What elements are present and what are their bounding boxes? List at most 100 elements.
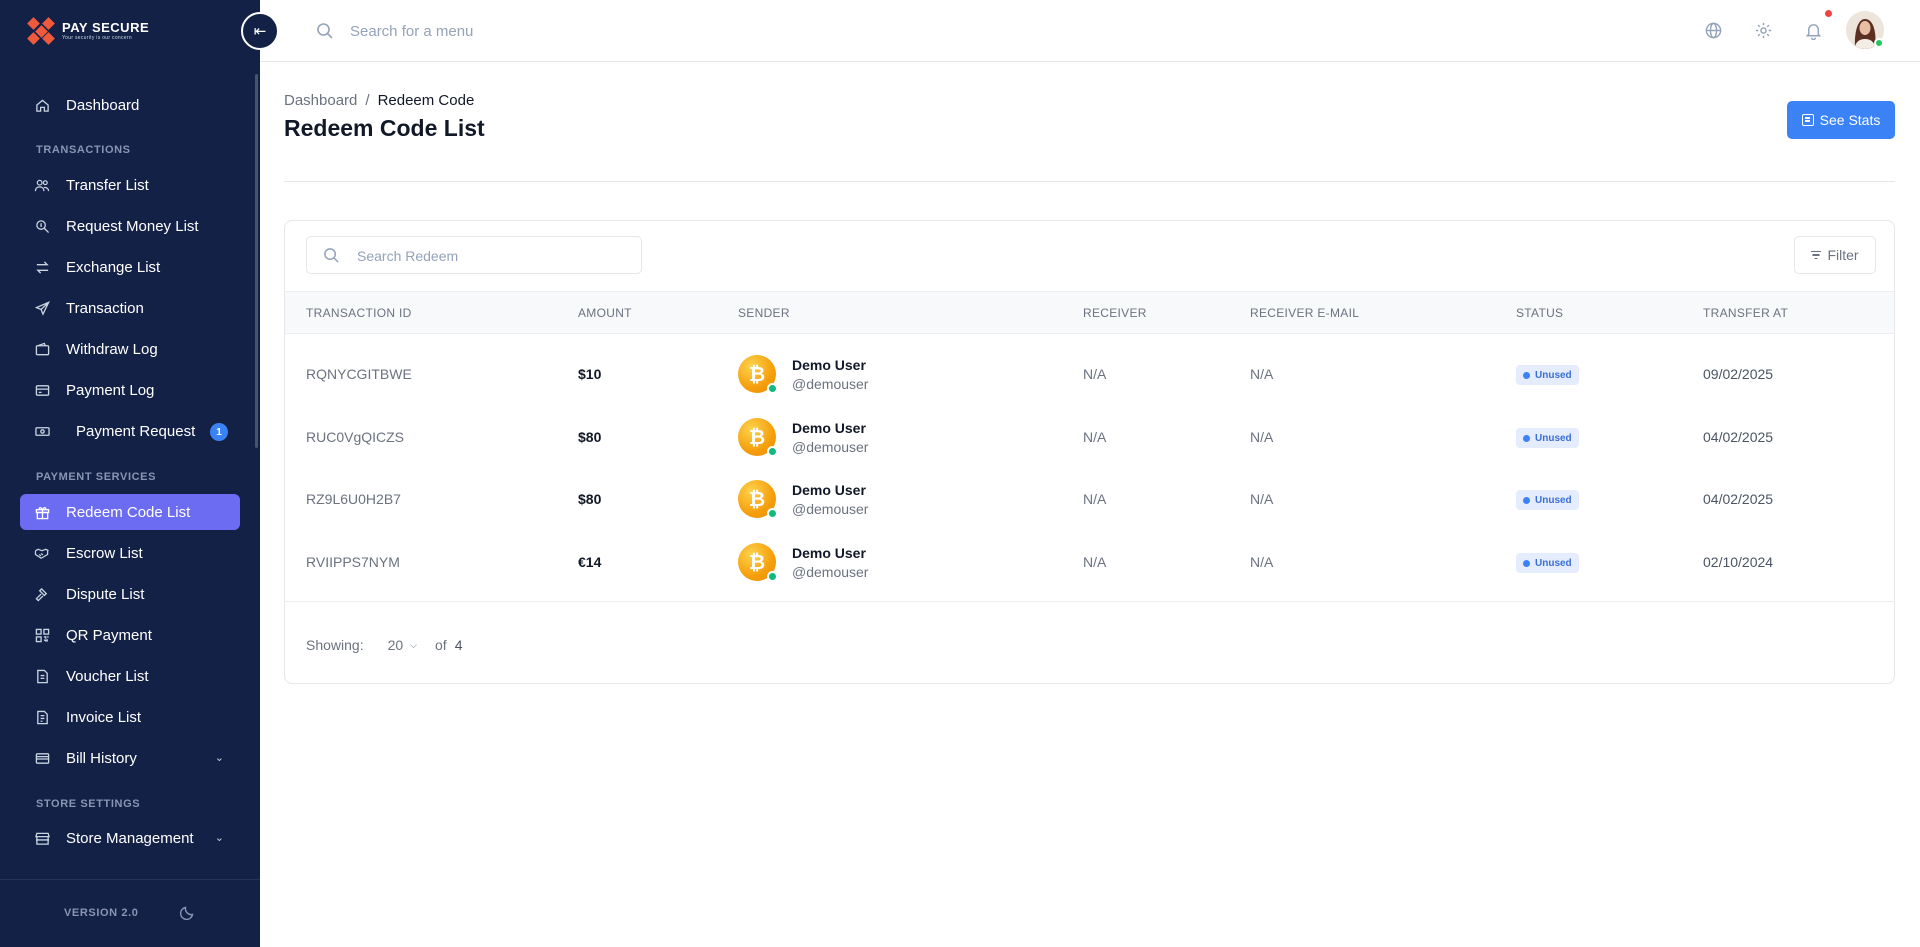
sidebar: PAY SECURE Your security is our concern … — [0, 0, 260, 947]
column-header[interactable]: SENDER — [738, 306, 790, 320]
exchange-icon — [34, 259, 50, 275]
redeem-search-box — [306, 236, 642, 274]
breadcrumb: Dashboard / Redeem Code — [284, 92, 474, 109]
moon-icon[interactable] — [179, 904, 198, 922]
transfer-date: 09/02/2025 — [1703, 366, 1774, 382]
online-status-dot — [767, 446, 778, 457]
wallet-icon — [34, 341, 50, 357]
amount: $80 — [578, 429, 602, 445]
table-row[interactable]: RVIIPPS7NYM €14 ₿ Demo User @demouser N/… — [285, 532, 1894, 594]
sidebar-item-request-money-list[interactable]: Request Money List — [20, 208, 240, 244]
table-row[interactable]: RQNYCGITBWE $10 ₿ Demo User @demouser N/… — [285, 344, 1894, 406]
invoice-icon — [34, 709, 50, 725]
status-dot — [1523, 434, 1530, 442]
filter-label: Filter — [1827, 247, 1859, 263]
card-icon — [34, 382, 50, 398]
sidebar-item-label: Payment Request — [76, 422, 196, 440]
sidebar-item-label: Withdraw Log — [66, 340, 158, 358]
sidebar-item-label: Exchange List — [66, 258, 161, 276]
gear-icon[interactable] — [1754, 21, 1774, 41]
sidebar-item-withdraw-log[interactable]: Withdraw Log — [20, 331, 240, 367]
table-row[interactable]: RZ9L6U0H2B7 $80 ₿ Demo User @demouser N/… — [285, 469, 1894, 531]
send-icon — [34, 300, 50, 316]
section-store-settings: STORE SETTINGS — [36, 798, 141, 810]
pagination: Showing: 20 ⌵ of 4 — [306, 637, 462, 653]
table-footer-divider — [285, 601, 1894, 602]
receiver-email: N/A — [1250, 554, 1274, 570]
sidebar-item-label: Request Money List — [66, 217, 199, 235]
version-label: VERSION 2.0 — [64, 907, 139, 919]
sidebar-item-voucher-list[interactable]: Voucher List — [20, 658, 240, 694]
section-transactions: TRANSACTIONS — [36, 144, 131, 156]
menu-search-input[interactable] — [350, 18, 650, 44]
page-size-select[interactable]: 20 ⌵ — [388, 637, 417, 653]
sidebar-item-label: Invoice List — [66, 708, 142, 726]
breadcrumb-dashboard-link[interactable]: Dashboard — [284, 92, 357, 109]
sender-name: Demo User — [792, 356, 866, 373]
sidebar-item-exchange-list[interactable]: Exchange List — [20, 249, 240, 285]
column-header[interactable]: AMOUNT — [578, 306, 632, 320]
sidebar-divider — [0, 879, 260, 880]
column-header[interactable]: RECEIVER — [1083, 306, 1147, 320]
status-dot — [1523, 559, 1530, 567]
status-badge: Unused — [1516, 365, 1579, 385]
receiver: N/A — [1083, 554, 1107, 570]
sidebar-item-transaction[interactable]: Transaction — [20, 290, 240, 326]
column-header[interactable]: TRANSFER AT — [1703, 306, 1788, 320]
sidebar-scrollbar[interactable] — [255, 74, 258, 448]
amount: $80 — [578, 491, 602, 507]
brand-logo[interactable]: PAY SECURE Your security is our concern — [27, 17, 150, 45]
sidebar-item-store-management[interactable]: Store Management ⌄ — [20, 820, 240, 856]
table-row[interactable]: RUC0VgQICZS $80 ₿ Demo User @demouser N/… — [285, 407, 1894, 469]
status-dot — [1523, 371, 1530, 379]
sender: ₿ Demo User @demouser — [738, 480, 869, 519]
globe-icon[interactable] — [1704, 21, 1724, 41]
header-divider — [284, 181, 1895, 182]
sender-username: @demouser — [792, 375, 869, 392]
sidebar-item-bill-history[interactable]: Bill History ⌄ — [20, 740, 240, 776]
sender-username: @demouser — [792, 438, 869, 455]
sidebar-item-qr-payment[interactable]: QR Payment — [20, 617, 240, 653]
brand-tagline: Your security is our concern — [62, 35, 132, 41]
see-stats-button[interactable]: See Stats — [1787, 101, 1895, 139]
home-icon — [34, 97, 50, 113]
sidebar-item-label: Store Management — [66, 829, 194, 847]
sidebar-item-label: Transaction — [66, 299, 144, 317]
bill-icon — [34, 750, 50, 766]
transaction-id: RQNYCGITBWE — [306, 366, 412, 382]
redeem-search-input[interactable] — [357, 245, 627, 267]
breadcrumb-separator: / — [365, 92, 370, 109]
sidebar-item-dashboard[interactable]: Dashboard — [20, 87, 240, 123]
of-label: of — [435, 637, 447, 653]
column-header[interactable]: TRANSACTION ID — [306, 306, 412, 320]
brand-name: PAY SECURE — [62, 20, 150, 35]
column-header[interactable]: STATUS — [1516, 306, 1563, 320]
sidebar-item-label: Payment Log — [66, 381, 155, 399]
sender: ₿ Demo User @demouser — [738, 355, 869, 394]
transfer-date: 04/02/2025 — [1703, 491, 1774, 507]
sender-name: Demo User — [792, 544, 866, 561]
column-header[interactable]: RECEIVER E-MAIL — [1250, 306, 1359, 320]
store-icon — [34, 830, 50, 846]
sidebar-item-transfer-list[interactable]: Transfer List — [20, 167, 240, 203]
status-dot — [1523, 496, 1530, 504]
sidebar-item-payment-request[interactable]: Payment Request 1 — [20, 413, 240, 449]
receiver-email: N/A — [1250, 491, 1274, 507]
sidebar-item-label: Redeem Code List — [66, 503, 191, 521]
sender-username: @demouser — [792, 500, 869, 517]
bitcoin-icon: ₿ — [738, 480, 778, 519]
online-status-dot — [1874, 38, 1884, 48]
page-title: Redeem Code List — [284, 115, 485, 141]
filter-icon — [1811, 251, 1822, 259]
bell-icon[interactable] — [1804, 21, 1824, 41]
handshake-icon — [34, 545, 50, 561]
sidebar-item-redeem-code-list[interactable]: Redeem Code List — [20, 494, 240, 530]
sidebar-item-dispute-list[interactable]: Dispute List — [20, 576, 240, 612]
breadcrumb-current: Redeem Code — [377, 92, 475, 109]
sidebar-collapse-button[interactable]: ⇤ — [241, 12, 279, 50]
sidebar-item-invoice-list[interactable]: Invoice List — [20, 699, 240, 735]
filter-button[interactable]: Filter — [1794, 236, 1876, 274]
sidebar-item-payment-log[interactable]: Payment Log — [20, 372, 240, 408]
chevron-down-icon: ⌄ — [214, 832, 224, 844]
sidebar-item-escrow-list[interactable]: Escrow List — [20, 535, 240, 571]
